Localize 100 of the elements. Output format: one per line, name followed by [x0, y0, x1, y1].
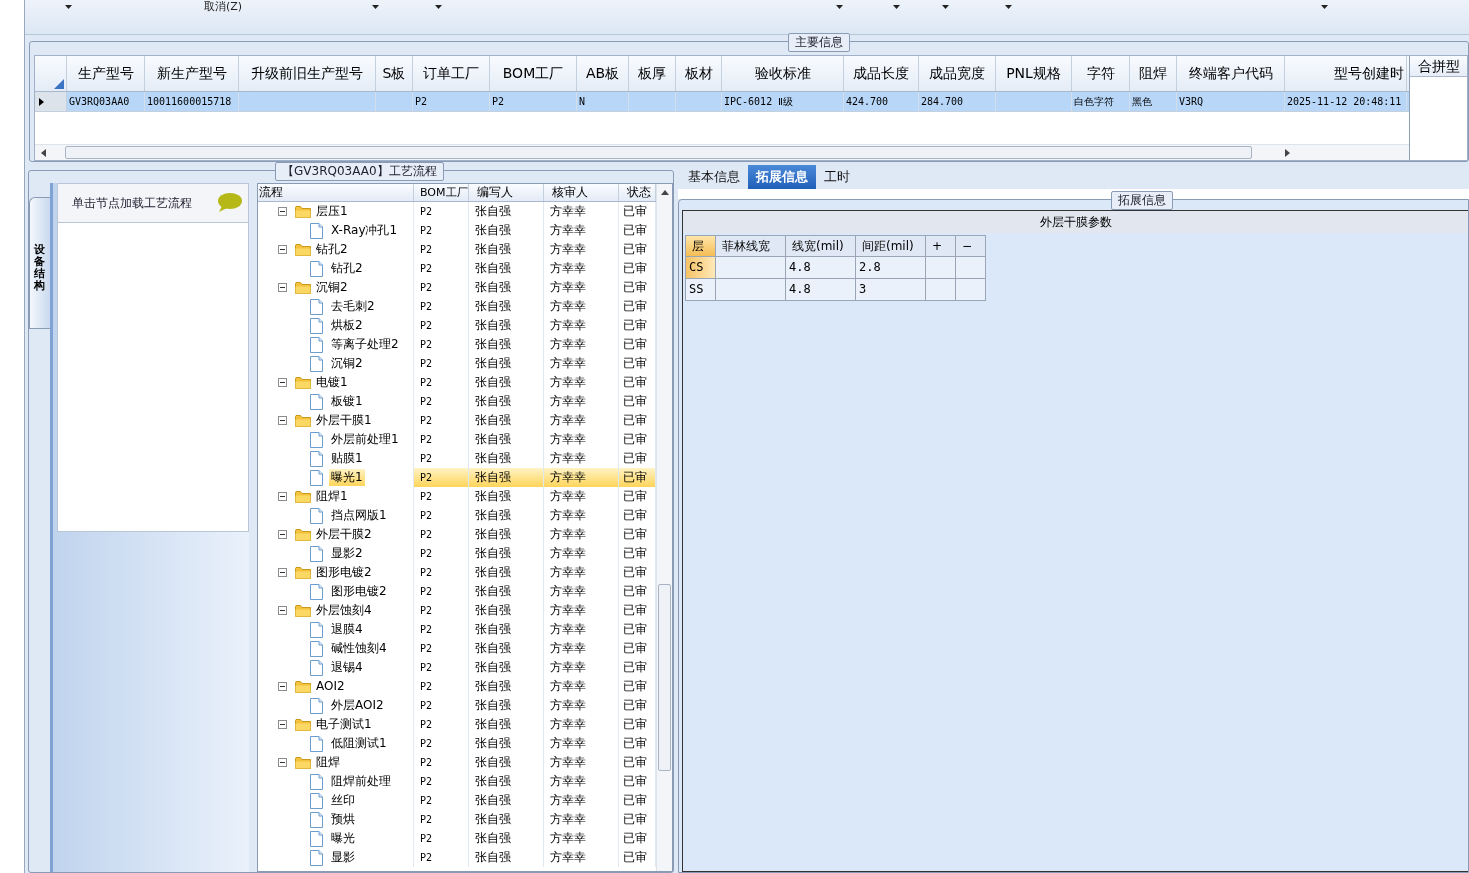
scroll-up-icon[interactable]	[659, 188, 670, 196]
tree-node[interactable]: 钻孔2	[314, 241, 350, 258]
tree-node[interactable]: 电子测试1	[314, 716, 374, 733]
collapse-icon[interactable]	[278, 720, 287, 729]
tree-node[interactable]: 外层干膜2	[314, 526, 374, 543]
collapse-icon[interactable]	[278, 245, 287, 254]
dropdown-caret-icon[interactable]	[1321, 5, 1329, 9]
dropdown-caret-icon[interactable]	[836, 5, 844, 9]
tree-node[interactable]: 图形电镀2	[329, 583, 389, 600]
scroll-left-icon[interactable]	[39, 147, 49, 158]
collapse-icon[interactable]	[278, 416, 287, 425]
tree-node[interactable]: 低阻测试1	[329, 735, 389, 752]
column-header[interactable]: 板厚	[629, 56, 676, 91]
dropdown-caret-icon[interactable]	[65, 5, 72, 9]
tree-node[interactable]: 碱性蚀刻4	[329, 640, 389, 657]
tree-node[interactable]: 图形电镀2	[314, 564, 374, 581]
column-header[interactable]: 线宽(mil)	[786, 236, 856, 257]
dropdown-caret-icon[interactable]	[893, 5, 901, 9]
column-header[interactable]: PNL规格	[996, 56, 1072, 91]
collapse-icon[interactable]	[278, 378, 287, 387]
collapse-icon[interactable]	[278, 283, 287, 292]
document-icon	[310, 849, 323, 866]
tree-node[interactable]: 外层AOI2	[329, 697, 386, 714]
column-header[interactable]: BOM工厂	[490, 56, 577, 91]
scroll-right-icon[interactable]	[1282, 147, 1292, 158]
tree-node[interactable]: 阻焊前处理	[329, 773, 393, 790]
column-header[interactable]: AB板	[577, 56, 629, 91]
column-header[interactable]: 层	[686, 236, 716, 257]
vertical-scrollbar[interactable]	[656, 184, 672, 871]
tree-node[interactable]: 沉铜2	[329, 355, 365, 372]
collapse-icon[interactable]	[278, 207, 287, 216]
column-header[interactable]: −	[956, 236, 986, 257]
tab[interactable]: 基本信息	[680, 165, 748, 189]
column-header[interactable]: 型号创建时	[1285, 56, 1407, 91]
column-header[interactable]: 核审人	[544, 184, 619, 201]
column-header[interactable]: 成品长度	[844, 56, 919, 91]
column-header[interactable]: BOM工厂	[414, 184, 469, 201]
row-header[interactable]: SS	[686, 279, 716, 301]
tree-node[interactable]: 贴膜1	[329, 450, 365, 467]
tree-node[interactable]: 层压1	[314, 203, 350, 220]
column-header[interactable]: 新生产型号	[145, 56, 239, 91]
tree-node[interactable]: 预烘	[329, 811, 357, 828]
tree-node[interactable]: 退膜4	[329, 621, 365, 638]
tree-node[interactable]: 外层前处理1	[329, 431, 401, 448]
dropdown-caret-icon[interactable]	[435, 5, 443, 9]
tree-node[interactable]: 电镀1	[314, 374, 350, 391]
tree-node[interactable]: 显影	[329, 849, 357, 866]
tree-node[interactable]: 挡点网版1	[329, 507, 389, 524]
tree-node[interactable]: 阻焊1	[314, 488, 350, 505]
tab[interactable]: 工时	[816, 165, 858, 189]
tree-node[interactable]: 显影2	[329, 545, 365, 562]
tree-node[interactable]: 丝印	[329, 792, 357, 809]
collapse-icon[interactable]	[278, 758, 287, 767]
select-all-icon[interactable]	[54, 79, 64, 89]
column-header[interactable]: 验收标准	[722, 56, 844, 91]
tree-node[interactable]: 退锡4	[329, 659, 365, 676]
tree-node[interactable]: 阻焊	[314, 754, 342, 771]
tree-node[interactable]: 曝光	[329, 830, 357, 847]
column-header[interactable]: 订单工厂	[413, 56, 490, 91]
column-header[interactable]: 生产型号	[67, 56, 145, 91]
column-header[interactable]: 成品宽度	[919, 56, 996, 91]
column-header[interactable]: 终端客户代码	[1177, 56, 1285, 91]
tree-node[interactable]: 外层蚀刻4	[314, 602, 374, 619]
side-tab[interactable]: 设备结构	[29, 197, 50, 329]
tree-node[interactable]: 曝光1	[329, 469, 365, 486]
tree-node[interactable]: X-Ray冲孔1	[329, 222, 400, 239]
table-cell	[926, 257, 956, 279]
collapse-icon[interactable]	[278, 530, 287, 539]
column-header[interactable]: S板	[376, 56, 413, 91]
horizontal-scrollbar[interactable]	[35, 144, 1409, 160]
tab[interactable]: 拓展信息	[748, 165, 816, 189]
column-header[interactable]: 阻焊	[1130, 56, 1177, 91]
dropdown-caret-icon[interactable]	[372, 5, 380, 9]
tree-node[interactable]: 烘板2	[329, 317, 365, 334]
tree-node[interactable]: 等离子处理2	[329, 336, 401, 353]
table-cell: 424.700	[844, 92, 919, 111]
column-header[interactable]: 板材	[676, 56, 722, 91]
cancel-button[interactable]: 取消(Z)	[202, 0, 245, 14]
column-header[interactable]: 间距(mil)	[856, 236, 926, 257]
row-header[interactable]: CS	[686, 257, 716, 279]
scrollbar-thumb[interactable]	[658, 584, 671, 771]
tree-node[interactable]: AOI2	[314, 678, 347, 695]
tree-node[interactable]: 钻孔2	[329, 260, 365, 277]
tree-node[interactable]: 外层干膜1	[314, 412, 374, 429]
column-header[interactable]: 编写人	[469, 184, 544, 201]
tree-node[interactable]: 板镀1	[329, 393, 365, 410]
column-header[interactable]: 字符	[1072, 56, 1130, 91]
collapse-icon[interactable]	[278, 606, 287, 615]
tree-node[interactable]: 去毛刺2	[329, 298, 377, 315]
dropdown-caret-icon[interactable]	[942, 5, 950, 9]
dropdown-caret-icon[interactable]	[1005, 5, 1013, 9]
tree-node[interactable]: 沉铜2	[314, 279, 350, 296]
column-header[interactable]: 升级前旧生产型号	[239, 56, 376, 91]
collapse-icon[interactable]	[278, 492, 287, 501]
collapse-icon[interactable]	[278, 568, 287, 577]
column-header[interactable]: 流程	[258, 184, 414, 201]
column-header[interactable]: 合拼型	[1410, 56, 1467, 77]
collapse-icon[interactable]	[278, 682, 287, 691]
column-header[interactable]: 菲林线宽	[716, 236, 786, 257]
column-header[interactable]: +	[926, 236, 956, 257]
